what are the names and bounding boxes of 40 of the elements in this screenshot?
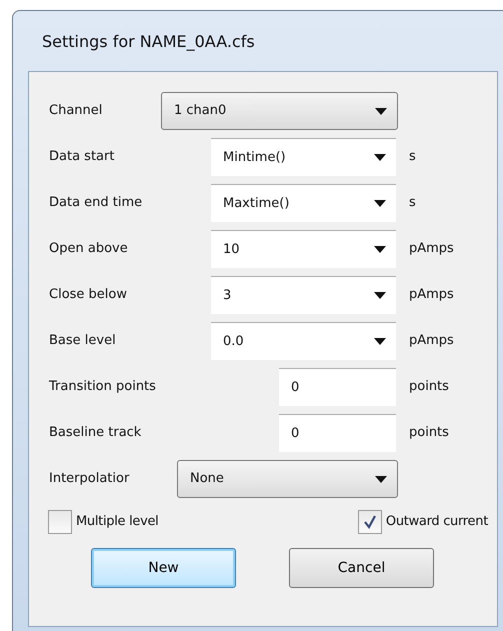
dropdown-field[interactable]: 3 — [211, 276, 396, 314]
dropdown-field[interactable]: Maxtime() — [211, 184, 396, 222]
checkbox[interactable] — [48, 510, 72, 534]
field-label: Data start — [49, 148, 116, 166]
dialog-button[interactable]: New — [91, 548, 236, 588]
dropdown-field[interactable]: 10 — [211, 230, 396, 268]
field-label: Open above — [49, 240, 129, 258]
dropdown-arrow-icon — [375, 108, 387, 114]
unit-label: pAmps — [409, 332, 454, 350]
dropdown-field[interactable]: 0.0 — [211, 322, 396, 360]
check-mark-icon — [362, 515, 377, 529]
dropdown-arrow-icon — [375, 476, 387, 482]
dropdown-field[interactable]: None — [177, 460, 398, 498]
field-label: Baseline track — [49, 424, 142, 442]
unit-label: pAmps — [409, 286, 454, 304]
unit-label: points — [409, 424, 449, 442]
checkbox[interactable] — [358, 510, 382, 534]
dropdown-arrow-icon — [374, 292, 386, 299]
dropdown-arrow-icon — [374, 338, 386, 345]
field-label: Base level — [49, 332, 117, 350]
checkbox-label: Outward current — [386, 513, 488, 532]
unit-label: s — [409, 194, 416, 212]
dropdown-arrow-icon — [374, 154, 386, 161]
unit-label: s — [409, 148, 416, 166]
field-label: Close below — [49, 286, 128, 304]
dropdown-field[interactable]: 1 chan0 — [161, 92, 398, 130]
dropdown-arrow-icon — [374, 246, 386, 253]
field-label: Data end time — [49, 194, 144, 212]
unit-label: pAmps — [409, 240, 454, 258]
field-label: Interpolatior — [49, 470, 130, 488]
number-field[interactable]: 0 — [279, 414, 396, 452]
checkbox-label: Multiple level — [76, 513, 158, 532]
dropdown-arrow-icon — [374, 200, 386, 207]
dialog-button[interactable]: Cancel — [289, 548, 434, 588]
field-label: Channel — [49, 102, 104, 120]
window-title: Settings for NAME_0AA.cfs — [41, 31, 255, 53]
unit-label: points — [409, 378, 449, 396]
number-field[interactable]: 0 — [279, 368, 396, 406]
field-label: Transition points — [49, 378, 157, 396]
dropdown-field[interactable]: Mintime() — [211, 138, 396, 176]
